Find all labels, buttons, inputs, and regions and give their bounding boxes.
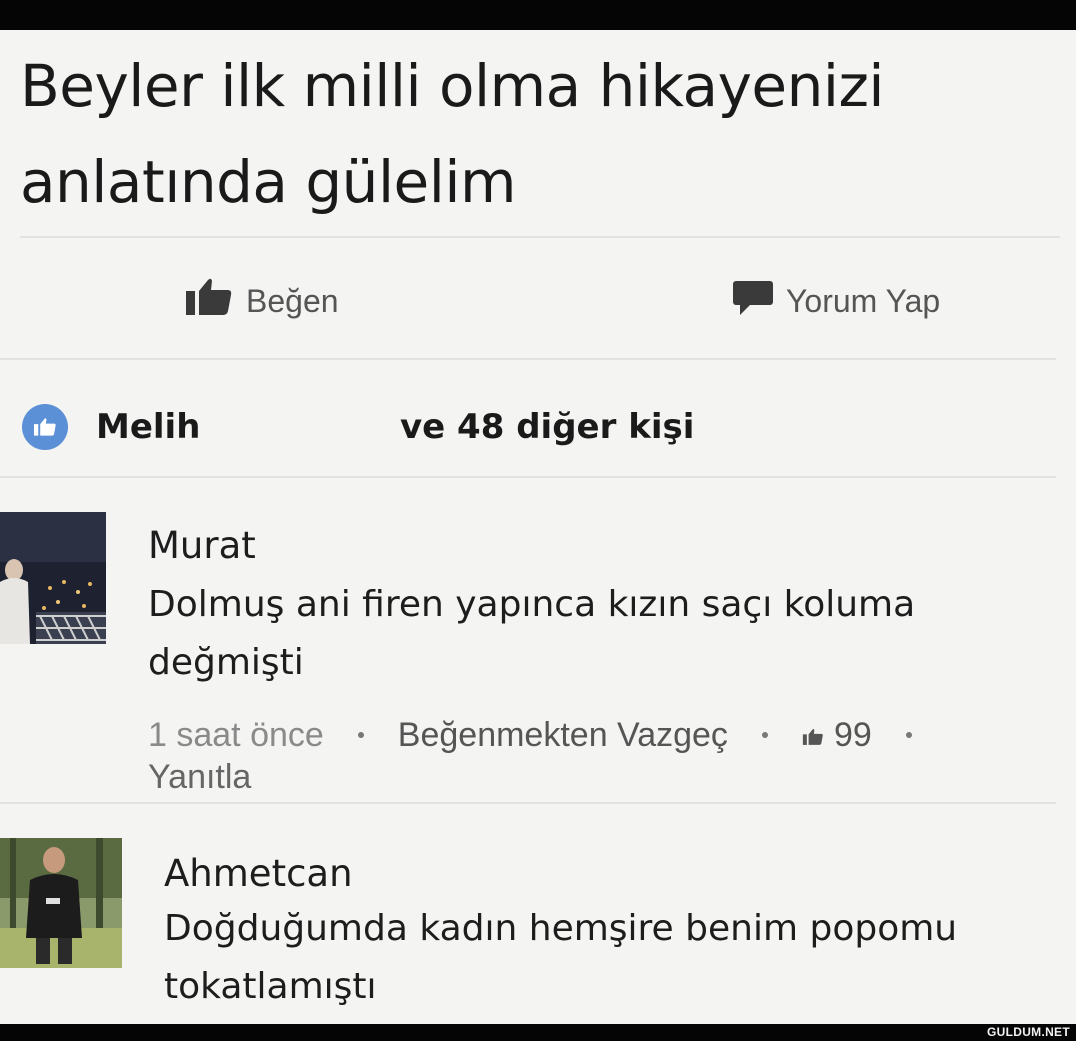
thumbs-up-icon (802, 714, 824, 756)
bottom-black-bar: GULDUM.NET (0, 1024, 1076, 1041)
divider (20, 236, 1060, 238)
divider (0, 476, 1056, 478)
like-count-value: 99 (833, 716, 872, 754)
comment-text: Dolmuş ani firen yapınca kızın saçı kolu… (148, 576, 1048, 692)
unlike-button[interactable]: Beğenmekten Vazgeç (398, 714, 728, 756)
likes-others[interactable]: ve 48 diğer kişi (400, 400, 694, 454)
reply-button[interactable]: Yanıtla (148, 756, 1058, 798)
comment-text-line-2: tokatlamıştı (164, 966, 377, 1007)
like-label: Beğen (246, 282, 339, 319)
separator-dot (761, 732, 768, 738)
watermark: GULDUM.NET (987, 1025, 1070, 1039)
top-black-bar (0, 0, 1076, 30)
comment-timestamp[interactable]: 1 saat önce (148, 714, 324, 756)
post-text-line-1: Beyler ilk milli olma hikayenizi (20, 52, 885, 120)
comment-label: Yorum Yap (786, 282, 941, 319)
avatar[interactable] (0, 838, 122, 968)
speech-bubble-icon (732, 277, 774, 325)
separator-dot (357, 732, 364, 738)
post-text: Beyler ilk milli olma hikayenizi anlatın… (20, 38, 1060, 230)
comment-author[interactable]: Ahmetcan (164, 852, 353, 895)
avatar[interactable] (0, 512, 106, 644)
comment-text: Doğduğumda kadın hemşire benim popomu to… (164, 900, 1064, 1016)
thumbs-up-icon (184, 277, 234, 325)
like-button[interactable]: Beğen (184, 278, 339, 324)
divider (0, 802, 1056, 804)
liker-name[interactable]: Melih (96, 407, 200, 447)
comment-meta: 1 saat önce Beğenmekten Vazgeç 99 Yanıtl… (148, 714, 1058, 798)
divider (0, 358, 1056, 360)
post-text-line-2: anlatında gülelim (20, 148, 516, 216)
comment-like-count[interactable]: 99 (802, 714, 872, 756)
comment-text-line-2: değmişti (148, 642, 304, 683)
separator-dot (905, 732, 912, 738)
comment-text-line-1: Dolmuş ani firen yapınca kızın saçı kolu… (148, 584, 916, 625)
thumbs-up-circle-icon (22, 404, 68, 450)
likes-summary[interactable]: Melih (22, 400, 200, 454)
comment-button[interactable]: Yorum Yap (732, 278, 940, 324)
comment-text-line-1: Doğduğumda kadın hemşire benim popomu (164, 908, 958, 949)
comment-author[interactable]: Murat (148, 524, 256, 567)
